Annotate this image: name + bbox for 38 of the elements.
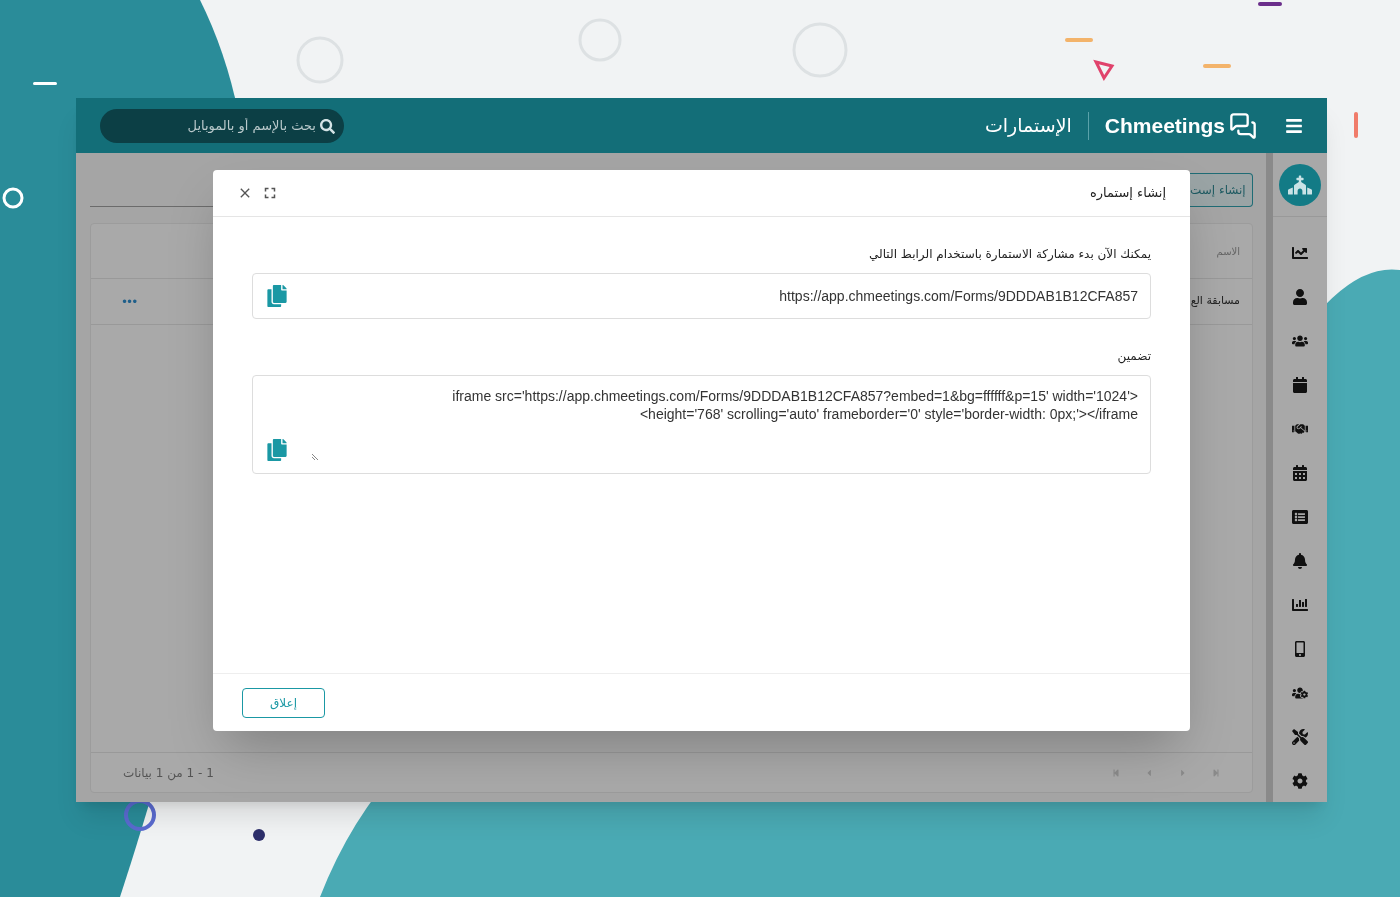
- users-icon[interactable]: [1292, 333, 1308, 349]
- table-cell: مسابقة الع: [1190, 293, 1240, 310]
- scrollbar[interactable]: [1266, 153, 1273, 802]
- settings-icon[interactable]: [1292, 773, 1308, 789]
- dialog-title: إنشاء إستماره: [1089, 184, 1166, 203]
- column-header: الاسم: [1216, 244, 1240, 259]
- embed-label: تضمين: [1116, 348, 1151, 365]
- row-actions[interactable]: •••: [121, 292, 137, 311]
- page-title: الإستمارات: [984, 113, 1072, 139]
- embed-code-field[interactable]: iframe src='https://app.chmeetings.com/Forms/9DDDAB1B12CFA857?embed=1&bg=ffffff&p=15' width='1024'> <height='768' scrolling='auto' frameborder='0' style='border-width: 0px;'></iframe: [252, 375, 1151, 474]
- embed-code-line: <height='768' scrolling='auto' frameborder='0' style='border-width: 0px;'></iframe: [639, 405, 1138, 423]
- menu-icon[interactable]: [1285, 116, 1303, 135]
- tools-icon[interactable]: [1292, 729, 1308, 745]
- chart-line-icon[interactable]: [1292, 245, 1308, 261]
- calendar-grid-icon[interactable]: [1292, 465, 1308, 481]
- calendar-icon[interactable]: [1292, 377, 1308, 393]
- brand-name: Chmeetings: [1104, 112, 1225, 139]
- handshake-icon[interactable]: [1292, 421, 1308, 437]
- resize-grip-icon: [311, 453, 319, 461]
- bell-icon[interactable]: [1292, 553, 1308, 569]
- list-icon[interactable]: [1292, 509, 1308, 525]
- embed-code-line: iframe src='https://app.chmeetings.com/Forms/9DDDAB1B12CFA857?embed=1&bg=ffffff&p=15' width='1024'>: [452, 387, 1138, 405]
- pagination-summary: 1 - 1 من 1 بيانات: [123, 764, 214, 782]
- link-text: https://app.chmeetings.com/Forms/9DDDAB1B12CFA857: [779, 286, 1138, 306]
- search-icon: [320, 118, 335, 134]
- church-icon: [1288, 172, 1312, 197]
- copy-icon[interactable]: [267, 439, 287, 461]
- mobile-icon[interactable]: [1292, 641, 1308, 657]
- bar-chart-icon[interactable]: [1292, 597, 1308, 613]
- copy-icon[interactable]: [267, 285, 287, 307]
- church-logo[interactable]: [1279, 163, 1321, 206]
- users-gear-icon[interactable]: [1292, 685, 1308, 701]
- user-icon[interactable]: [1292, 289, 1308, 305]
- create-form-button[interactable]: إنشاء إست: [1190, 173, 1253, 207]
- link-field[interactable]: https://app.chmeetings.com/Forms/9DDDAB1B12CFA857: [252, 273, 1151, 319]
- link-label: يمكنك الآن بدء مشاركة الاستمارة باستخدام الرابط التالي: [868, 246, 1151, 263]
- chat-bubbles-icon: [1229, 111, 1257, 140]
- close-button[interactable]: إعلاق: [242, 687, 325, 718]
